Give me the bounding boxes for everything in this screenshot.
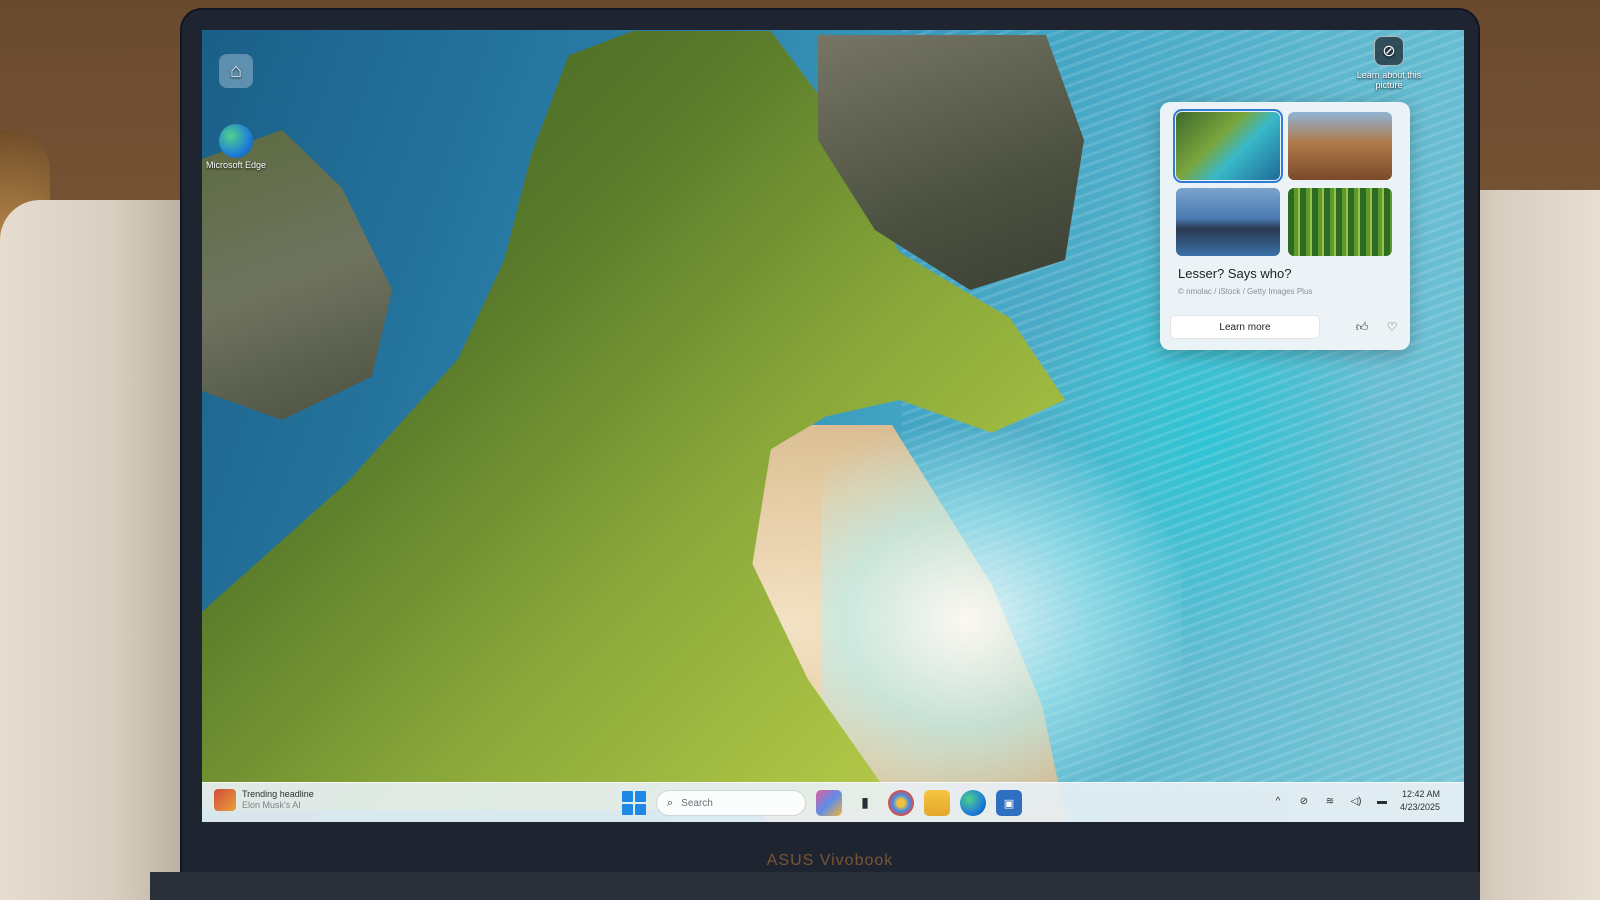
spotlight-thumbnails xyxy=(1173,109,1400,256)
windows-logo-icon xyxy=(622,791,633,802)
widget-title: Trending headline xyxy=(242,789,314,799)
start-button[interactable] xyxy=(622,791,646,815)
clock-time: 12:42 AM xyxy=(1401,789,1440,799)
desktop-icon-edge[interactable]: Microsoft Edge xyxy=(204,124,268,170)
windows-logo-icon xyxy=(635,804,646,815)
spotlight-credit: © nmolac / iStock / Getty Images Plus xyxy=(1178,287,1313,296)
learn-more-button[interactable]: Learn more xyxy=(1170,315,1320,339)
hidden-icons-chevron-icon[interactable]: ^ xyxy=(1270,796,1286,807)
taskbar-center: ⌕ Search ▮ ▣ xyxy=(622,790,1022,816)
spotlight-title: Lesser? Says who? xyxy=(1178,266,1292,281)
thumbs-down-icon[interactable]: ♡ xyxy=(1384,316,1400,338)
volume-icon[interactable]: ◁) xyxy=(1348,796,1364,807)
learn-about-picture-button[interactable]: ⊘ Learn about this picture xyxy=(1344,36,1434,90)
battery-icon[interactable]: ▬ xyxy=(1374,796,1390,807)
task-view-icon[interactable]: ▮ xyxy=(852,790,878,816)
desktop-icon-recycle-bin[interactable]: ⌂ xyxy=(204,54,268,90)
search-placeholder: Search xyxy=(681,797,713,809)
network-status-icon[interactable]: ⊘ xyxy=(1296,796,1312,807)
clock-date: 4/23/2025 xyxy=(1399,802,1440,812)
thumbnail-pier[interactable] xyxy=(1176,188,1280,256)
edge-icon[interactable] xyxy=(960,790,986,816)
windows-logo-icon xyxy=(622,804,633,815)
wallpaper-rock-left xyxy=(202,130,392,420)
taskbar-search[interactable]: ⌕ Search xyxy=(656,790,806,816)
desktop-icon-label: Microsoft Edge xyxy=(205,160,267,170)
widget-text: Trending headline Elon Musk's AI xyxy=(242,789,314,811)
system-tray: ^ ⊘ ≋ ◁) ▬ 12:42 AM 4/23/2025 xyxy=(1270,788,1440,814)
desktop-screen: ⌂ Microsoft Edge ⊘ Learn about this pict… xyxy=(202,30,1464,822)
taskbar: Trending headline Elon Musk's AI ⌕ Searc… xyxy=(202,782,1464,822)
widget-subtitle: Elon Musk's AI xyxy=(242,800,301,810)
search-icon: ⌕ xyxy=(667,796,674,809)
wifi-icon[interactable]: ≋ xyxy=(1322,796,1338,807)
chrome-icon[interactable] xyxy=(888,790,914,816)
windows-logo-icon xyxy=(635,791,646,802)
learn-about-picture-label: Learn about this picture xyxy=(1356,70,1422,90)
laptop-brand-logo: ASUS Vivobook xyxy=(766,852,894,869)
clock[interactable]: 12:42 AM 4/23/2025 xyxy=(1400,788,1440,814)
wallpaper-surf xyxy=(822,430,1182,810)
file-explorer-icon[interactable] xyxy=(924,790,950,816)
couch-cushion-left xyxy=(0,200,190,900)
spotlight-actions: Learn more 👍︎ ♡ xyxy=(1170,314,1400,340)
news-icon xyxy=(214,789,236,811)
store-icon[interactable]: ▣ xyxy=(996,790,1022,816)
widgets-button[interactable]: Trending headline Elon Musk's AI xyxy=(214,789,314,811)
thumbs-up-icon[interactable]: 👍︎ xyxy=(1354,316,1370,338)
laptop-hinge xyxy=(150,872,1480,900)
recycle-bin-icon: ⌂ xyxy=(219,54,253,88)
copilot-icon[interactable] xyxy=(816,790,842,816)
thumbnail-cliff-beach[interactable] xyxy=(1173,109,1283,183)
camera-icon: ⊘ xyxy=(1374,36,1404,66)
thumbnail-bamboo-forest[interactable] xyxy=(1288,188,1392,256)
spotlight-card: Lesser? Says who? © nmolac / iStock / Ge… xyxy=(1160,102,1410,350)
edge-icon xyxy=(219,124,253,158)
thumbnail-canyon[interactable] xyxy=(1288,112,1392,180)
